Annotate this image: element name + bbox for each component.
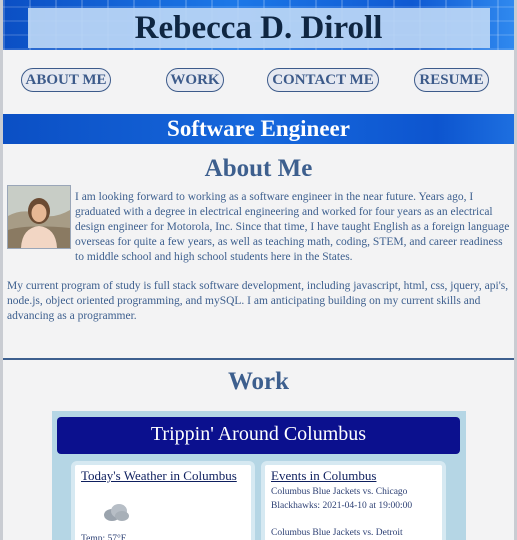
page-title: Rebecca D. Diroll [134, 10, 383, 46]
weather-temp: Temp: 57°F [81, 534, 127, 540]
about-paragraph-2: My current program of study is full stac… [7, 280, 509, 322]
about-paragraph-1: I am looking forward to working as a sof… [75, 191, 510, 263]
events-card: Events in Columbus Columbus Blue Jackets… [261, 461, 446, 540]
work-heading: Work [227, 368, 290, 395]
event-item: Columbus Blue Jackets vs. Chicago Blackh… [271, 487, 413, 511]
main-nav: ABOUT ME WORK CONTACT ME RESUME [3, 68, 514, 92]
about-photo-spacer [7, 190, 75, 264]
weather-card-title[interactable]: Today's Weather in Columbus [81, 468, 237, 484]
preview-title: Trippin' Around Columbus [150, 423, 367, 445]
header-banner: Rebecca D. Diroll [3, 0, 514, 50]
cloud-icon [101, 502, 131, 527]
preview-header: Trippin' Around Columbus [57, 417, 460, 454]
nav-about-me-button[interactable]: ABOUT ME [21, 68, 111, 92]
nav-contact-me-button[interactable]: CONTACT ME [267, 68, 379, 92]
subtitle: Software Engineer [167, 116, 350, 141]
weather-card: Today's Weather in Columbus Temp: 57°F [71, 461, 255, 540]
subtitle-banner: Software Engineer [3, 114, 514, 144]
section-divider [3, 358, 514, 360]
event-item: Columbus Blue Jackets vs. Detroit [271, 528, 403, 538]
about-heading: About Me [204, 155, 313, 182]
nav-resume-button[interactable]: RESUME [414, 68, 489, 92]
about-text: I am looking forward to working as a sof… [7, 190, 512, 338]
nav-work-button[interactable]: WORK [166, 68, 224, 92]
work-project-preview[interactable]: Trippin' Around Columbus Today's Weather… [52, 411, 466, 540]
events-card-title[interactable]: Events in Columbus [271, 468, 376, 484]
